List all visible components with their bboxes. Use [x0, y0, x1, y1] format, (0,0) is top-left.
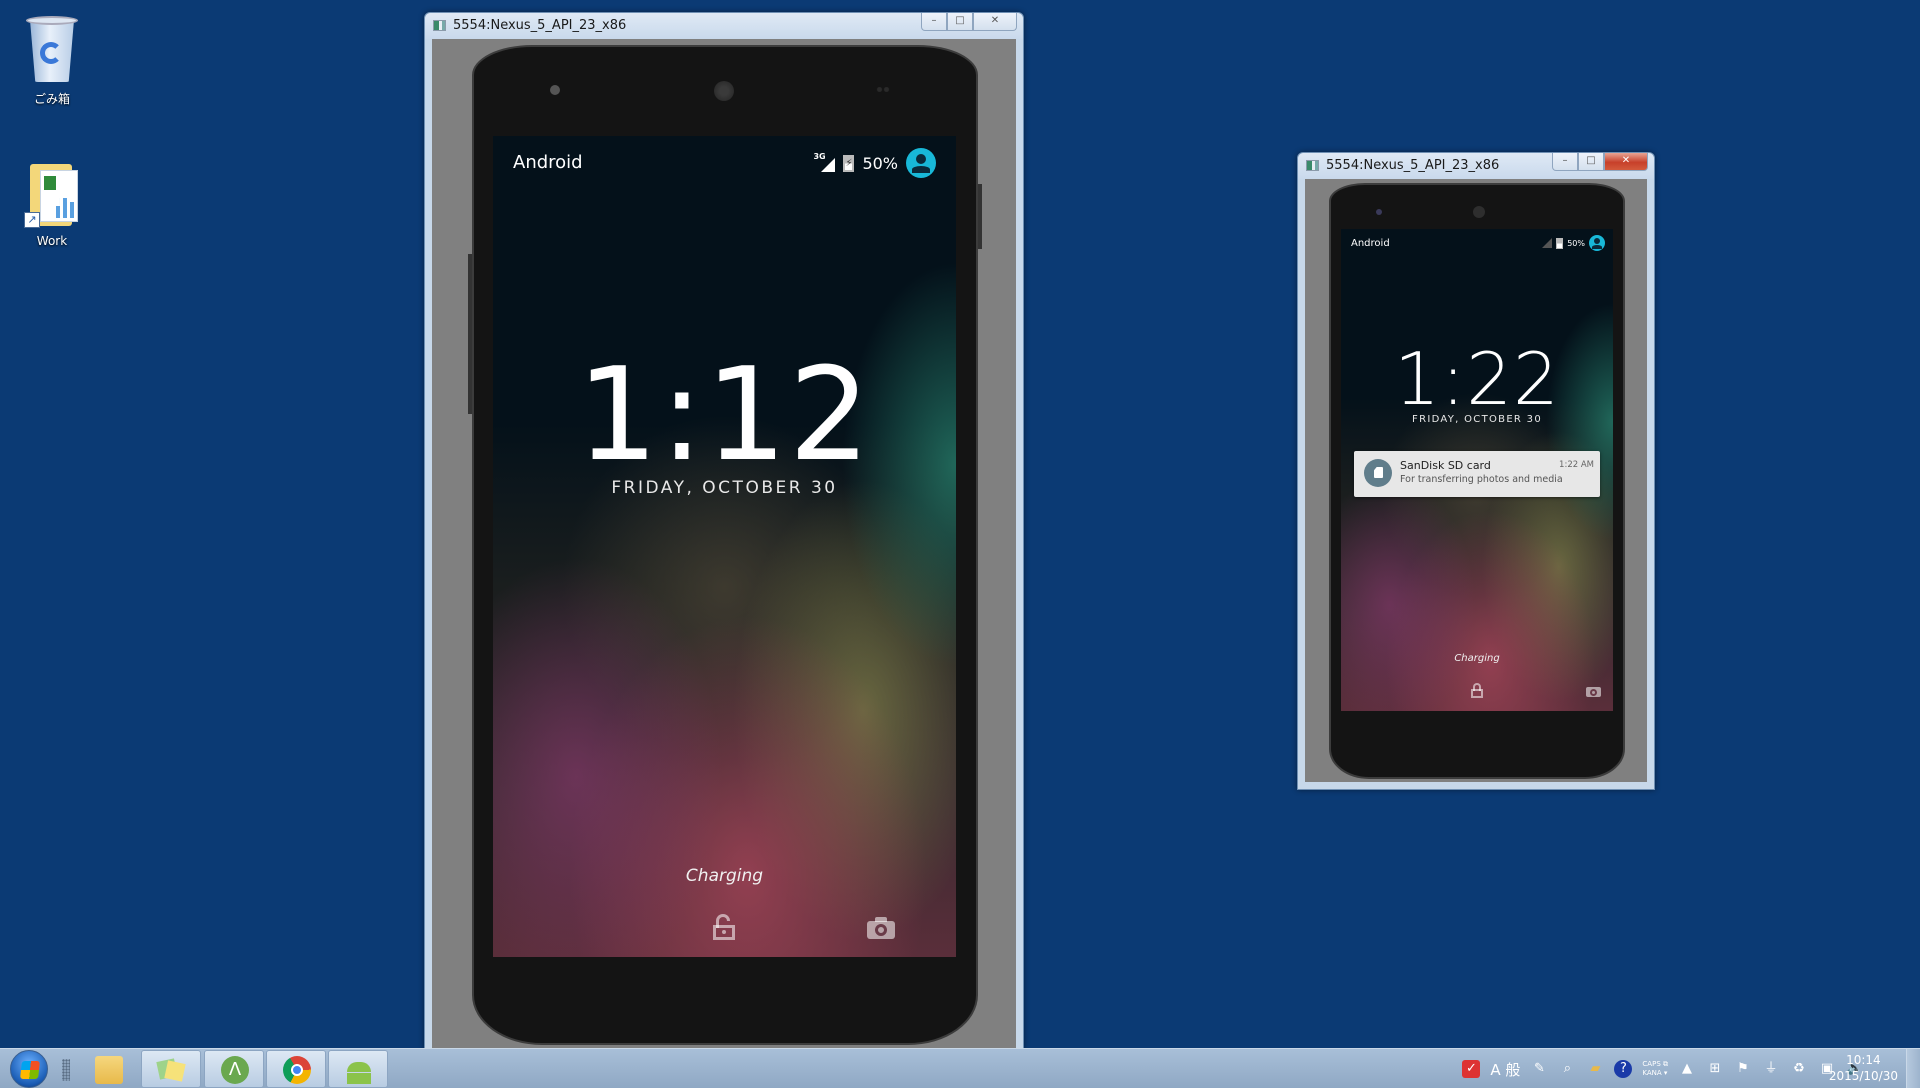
notification-text: For transferring photos and media: [1400, 474, 1563, 485]
window-title: 5554:Nexus_5_API_23_x86: [1326, 158, 1500, 173]
maximize-button[interactable]: □: [1578, 153, 1604, 171]
battery-percent: 50%: [862, 153, 898, 173]
desktop-icon-recycle-bin[interactable]: ごみ箱: [4, 12, 100, 107]
clock-time: 10:14: [1846, 1053, 1881, 1067]
notification-title: SanDisk SD card: [1400, 459, 1491, 472]
sensor-icon: [876, 87, 890, 92]
window-titlebar[interactable]: 5554:Nexus_5_API_23_x86 – □ ✕: [425, 13, 1023, 39]
emulator-window-small[interactable]: 5554:Nexus_5_API_23_x86 – □ ✕ Android 50…: [1297, 152, 1655, 790]
charging-status: Charging: [1454, 653, 1500, 664]
taskbar-app-android-emulator[interactable]: [328, 1050, 388, 1088]
lockscreen-date: FRIDAY, OCTOBER 30: [611, 478, 838, 498]
battery-charging-icon: [1556, 237, 1564, 249]
unlock-icon[interactable]: [1471, 683, 1483, 698]
phone-screen[interactable]: Android 3G ⚡ 50% 1:12 FRIDAY, OCTOBER 30…: [493, 136, 956, 957]
start-button[interactable]: [10, 1050, 48, 1088]
charging-status: Charging: [685, 866, 764, 886]
window-titlebar[interactable]: 5554:Nexus_5_API_23_x86 – □ ✕: [1298, 153, 1654, 179]
front-camera-icon: [550, 85, 560, 95]
taskbar: Ʌ ✓ A 般 ✎ ⌕ ▰ ? CAPS ⧉ KANA ▾ ▲ ⊞ ⚑ ⏚ ♻ …: [0, 1048, 1920, 1088]
taskbar-app-sticky-notes[interactable]: [141, 1050, 201, 1088]
chrome-icon: [283, 1056, 311, 1084]
emulator-window-large[interactable]: 5554:Nexus_5_API_23_x86 – □ ✕ Android 3G…: [424, 12, 1024, 1049]
kana-indicator: KANA: [1642, 1069, 1662, 1077]
taskbar-app-chrome[interactable]: [266, 1050, 326, 1088]
android-studio-icon: Ʌ: [221, 1056, 249, 1084]
front-camera-icon: [1376, 209, 1382, 215]
show-desktop-button[interactable]: [1906, 1049, 1920, 1088]
antivirus-icon[interactable]: ✓: [1462, 1060, 1481, 1078]
user-avatar-icon[interactable]: [1589, 235, 1605, 251]
folder-shortcut-icon: ↗: [24, 160, 80, 230]
camera-icon[interactable]: [1586, 685, 1601, 697]
speaker-grille-icon: [714, 81, 734, 101]
clock-date: 2015/10/30: [1828, 1069, 1898, 1083]
emulator-viewport[interactable]: Android 50% 1:22 FRIDAY, OCTOBER 30 SanD…: [1305, 179, 1647, 782]
volume-button: [468, 254, 472, 414]
lockscreen-clock: 1:12: [576, 341, 873, 490]
taskbar-grip[interactable]: [62, 1059, 70, 1081]
windows-logo-icon: [20, 1061, 40, 1079]
close-button[interactable]: ✕: [1604, 153, 1648, 171]
action-center-flag-icon[interactable]: ⚑: [1734, 1060, 1752, 1078]
signal-icon: 3G: [813, 152, 836, 172]
help-icon[interactable]: ?: [1614, 1060, 1633, 1078]
close-button[interactable]: ✕: [973, 13, 1017, 31]
camera-icon[interactable]: [867, 917, 895, 939]
app-window-icon: [433, 20, 446, 31]
battery-charging-icon: ⚡: [843, 154, 855, 172]
minimize-button[interactable]: –: [1552, 153, 1578, 171]
notification-time: 1:22 AM: [1559, 460, 1594, 470]
carrier-label: Android: [1351, 238, 1390, 249]
sync-center-icon[interactable]: ♻: [1790, 1060, 1808, 1078]
maximize-button[interactable]: □: [947, 13, 973, 31]
emulator-viewport[interactable]: Android 3G ⚡ 50% 1:12 FRIDAY, OCTOBER 30…: [432, 39, 1016, 1048]
desktop-icon-work[interactable]: ↗ Work: [4, 160, 100, 248]
ime-toolbox-icon[interactable]: ▰: [1586, 1060, 1604, 1078]
ime-mode[interactable]: A 般: [1490, 1059, 1520, 1080]
battery-percent: 50%: [1567, 238, 1585, 248]
desktop-icon-label: ごみ箱: [33, 92, 70, 106]
file-explorer-icon: [95, 1056, 123, 1084]
android-robot-icon: [345, 1056, 373, 1084]
show-hidden-icons-button[interactable]: ▲: [1678, 1060, 1696, 1078]
app-window-icon: [1306, 160, 1319, 171]
unlock-icon[interactable]: [713, 914, 735, 940]
desktop-icon-label: Work: [36, 234, 68, 248]
ime-tools-icon[interactable]: ✎: [1530, 1060, 1548, 1078]
caps-kana-indicator[interactable]: CAPS ⧉ KANA ▾: [1642, 1060, 1668, 1078]
taskbar-app-explorer[interactable]: [78, 1050, 138, 1088]
recycle-bin-icon: [24, 12, 80, 86]
window-title: 5554:Nexus_5_API_23_x86: [453, 18, 627, 33]
carrier-label: Android: [513, 152, 583, 173]
taskbar-app-android-studio[interactable]: Ʌ: [204, 1050, 264, 1088]
lockscreen-clock: 1:22: [1394, 337, 1560, 421]
signal-icon: [1542, 238, 1553, 248]
taskbar-clock[interactable]: 10:14 2015/10/30: [1829, 1052, 1898, 1084]
caps-indicator: CAPS: [1642, 1060, 1661, 1068]
sticky-notes-icon: [156, 1056, 186, 1084]
sd-card-icon: [1364, 459, 1392, 487]
ime-dictionary-icon[interactable]: ⌕: [1558, 1060, 1576, 1078]
user-avatar-icon[interactable]: [906, 148, 936, 178]
minimize-button[interactable]: –: [921, 13, 947, 31]
system-tray: ✓ A 般 ✎ ⌕ ▰ ? CAPS ⧉ KANA ▾ ▲ ⊞ ⚑ ⏚ ♻ ▣ …: [1462, 1049, 1864, 1088]
notification-card[interactable]: SanDisk SD card For transferring photos …: [1354, 451, 1600, 497]
phone-screen[interactable]: Android 50% 1:22 FRIDAY, OCTOBER 30 SanD…: [1341, 229, 1613, 711]
power-button: [978, 184, 982, 249]
speaker-grille-icon: [1473, 206, 1485, 218]
power-plug-icon[interactable]: ⏚: [1762, 1060, 1780, 1078]
windows-update-icon[interactable]: ⊞: [1706, 1060, 1724, 1078]
lockscreen-date: FRIDAY, OCTOBER 30: [1412, 414, 1542, 425]
